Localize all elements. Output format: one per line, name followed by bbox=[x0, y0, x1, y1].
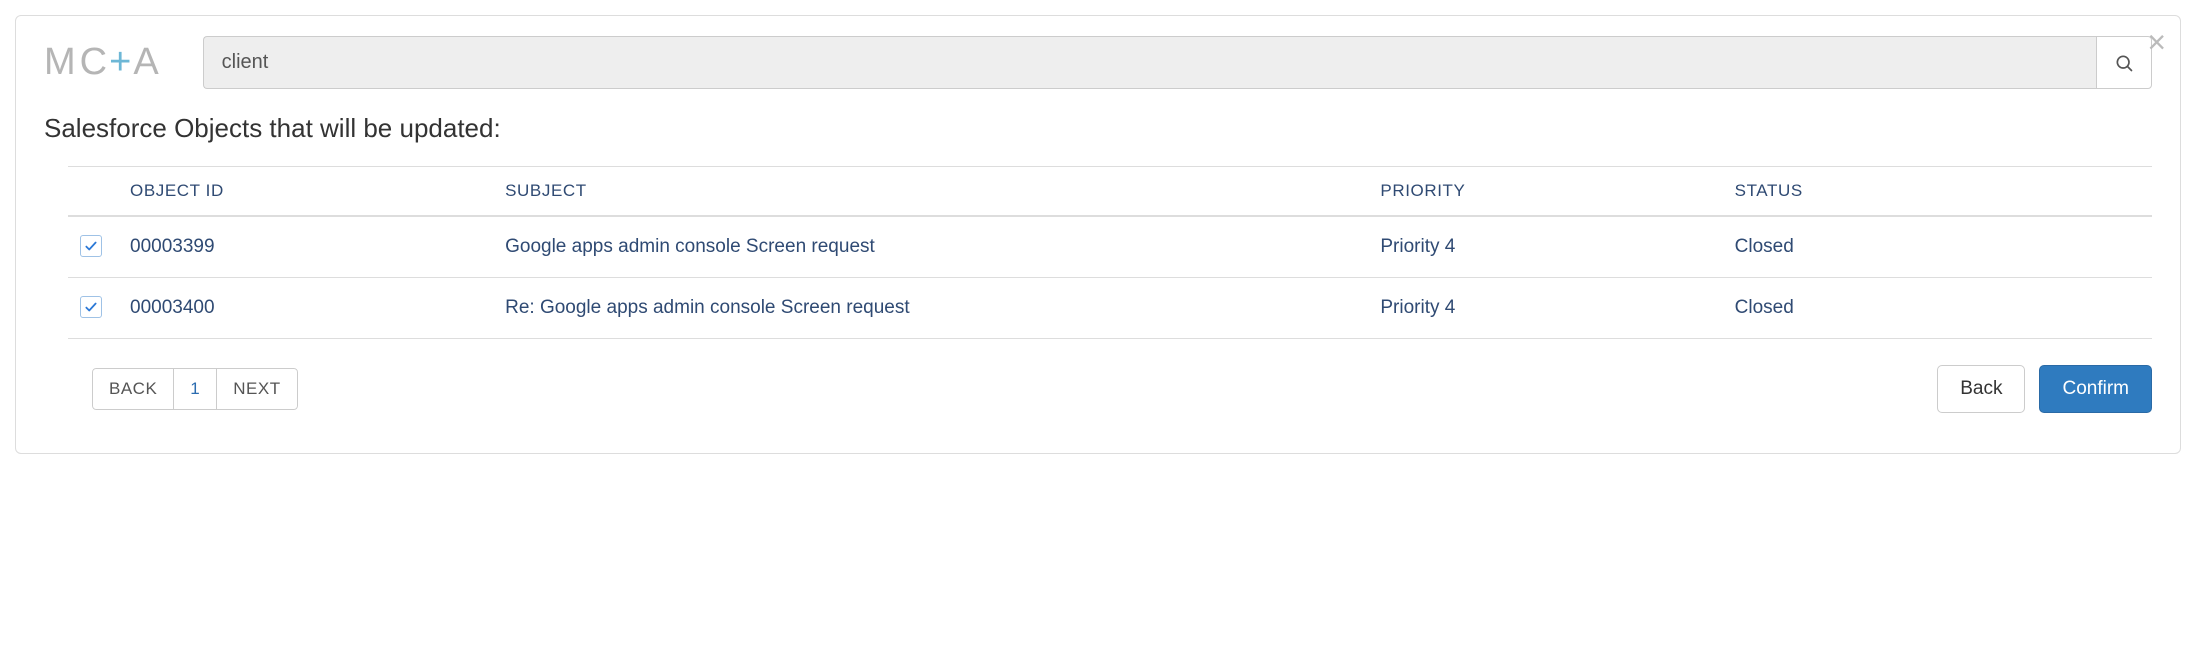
row-checkbox[interactable] bbox=[80, 235, 102, 257]
confirm-button[interactable]: Confirm bbox=[2039, 365, 2152, 413]
brand-logo: MC+A bbox=[44, 41, 163, 84]
col-header-checkbox bbox=[68, 167, 118, 217]
row-checkbox[interactable] bbox=[80, 296, 102, 318]
check-icon bbox=[84, 300, 98, 314]
search-icon bbox=[2114, 53, 2134, 73]
logo-plus: + bbox=[109, 41, 135, 84]
search-button[interactable] bbox=[2096, 36, 2152, 89]
section-heading: Salesforce Objects that will be updated: bbox=[44, 113, 2152, 144]
col-header-object-id: OBJECT ID bbox=[118, 167, 493, 217]
action-buttons: Back Confirm bbox=[1937, 365, 2152, 413]
cell-subject: Re: Google apps admin console Screen req… bbox=[493, 278, 1368, 339]
pagination: BACK 1 NEXT bbox=[92, 368, 298, 410]
cell-priority: Priority 4 bbox=[1368, 278, 1722, 339]
footer-row: BACK 1 NEXT Back Confirm bbox=[68, 365, 2152, 413]
col-header-subject: SUBJECT bbox=[493, 167, 1368, 217]
check-icon bbox=[84, 239, 98, 253]
logo-a: A bbox=[133, 41, 162, 84]
pager-next-button[interactable]: NEXT bbox=[216, 368, 297, 410]
modal-panel: × MC+A Salesforce Objects that will be u… bbox=[15, 15, 2181, 454]
topbar: MC+A bbox=[44, 36, 2152, 89]
objects-table-wrap: OBJECT ID SUBJECT PRIORITY STATUS 000033… bbox=[68, 166, 2152, 413]
pager-back-button[interactable]: BACK bbox=[92, 368, 174, 410]
table-row: 00003400 Re: Google apps admin console S… bbox=[68, 278, 2152, 339]
back-button[interactable]: Back bbox=[1937, 365, 2025, 413]
logo-m: M bbox=[44, 41, 80, 84]
search-bar bbox=[203, 36, 2152, 89]
cell-status: Closed bbox=[1723, 216, 2152, 278]
col-header-priority: PRIORITY bbox=[1368, 167, 1722, 217]
cell-object-id: 00003399 bbox=[118, 216, 493, 278]
search-input[interactable] bbox=[203, 36, 2096, 89]
close-icon[interactable]: × bbox=[2147, 26, 2166, 58]
col-header-status: STATUS bbox=[1723, 167, 2152, 217]
table-row: 00003399 Google apps admin console Scree… bbox=[68, 216, 2152, 278]
objects-table: OBJECT ID SUBJECT PRIORITY STATUS 000033… bbox=[68, 166, 2152, 339]
cell-subject: Google apps admin console Screen request bbox=[493, 216, 1368, 278]
cell-priority: Priority 4 bbox=[1368, 216, 1722, 278]
logo-c: C bbox=[80, 41, 111, 84]
cell-status: Closed bbox=[1723, 278, 2152, 339]
cell-object-id: 00003400 bbox=[118, 278, 493, 339]
pager-page-number: 1 bbox=[173, 368, 217, 410]
